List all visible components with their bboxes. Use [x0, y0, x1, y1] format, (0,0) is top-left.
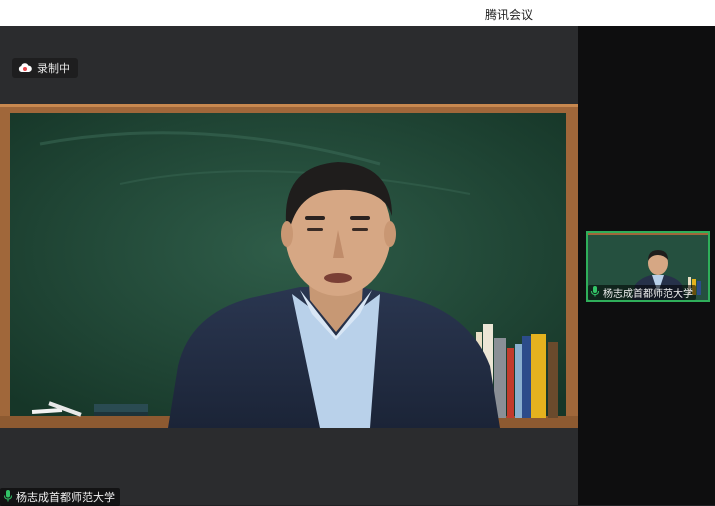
thumbnail-name-tag: 杨志成首都师范大学 — [588, 285, 696, 300]
speaker-video — [0, 104, 578, 428]
microphone-icon — [591, 285, 599, 300]
recording-label: 录制中 — [37, 62, 70, 75]
speaker-name-tag: 杨志成首都师范大学 — [0, 488, 120, 506]
thumbnail-name-label: 杨志成首都师范大学 — [603, 289, 693, 300]
title-bar: 腾讯会议 — [0, 0, 715, 27]
speaker-name-label: 杨志成首都师范大学 — [16, 491, 115, 504]
recording-badge[interactable]: 录制中 — [12, 58, 78, 78]
cloud-record-icon — [18, 63, 32, 73]
window-title: 腾讯会议 — [485, 8, 534, 22]
microphone-icon — [4, 489, 12, 505]
